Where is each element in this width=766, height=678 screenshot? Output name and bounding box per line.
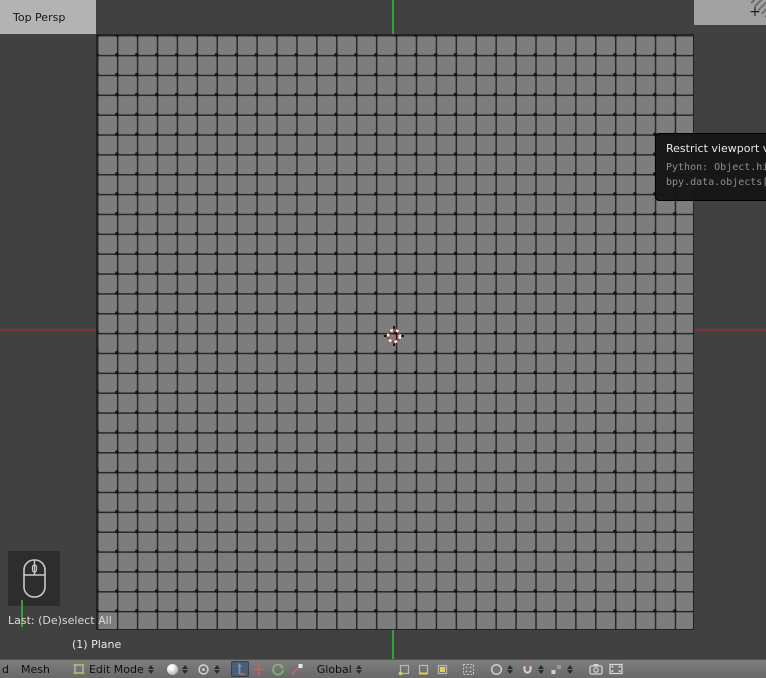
cursor-3d-icon <box>384 326 404 346</box>
manipulator-toggle-button[interactable] <box>230 661 249 677</box>
increment-icon <box>551 664 561 674</box>
axis-arrows-icon <box>237 662 246 675</box>
viewport-view-label-box: Top Persp <box>0 0 96 34</box>
shading-dropdown[interactable] <box>166 663 188 675</box>
orientation-dropdown-label: Global <box>316 662 352 676</box>
film-icon <box>609 663 623 675</box>
pivot-median-icon <box>198 663 209 675</box>
chevron-updown-icon <box>566 664 573 674</box>
chevron-updown-icon <box>355 664 362 674</box>
tooltip-title: Restrict viewport vis <box>666 142 766 155</box>
occlude-geometry-button[interactable] <box>460 661 478 677</box>
face-select-button[interactable] <box>434 661 452 677</box>
opengl-render-still-button[interactable] <box>587 661 605 677</box>
object-info-text: (1) Plane <box>72 638 122 651</box>
edge-select-button[interactable] <box>415 661 433 677</box>
mode-dropdown-label: Edit Mode <box>88 662 144 676</box>
camera-icon <box>589 664 603 675</box>
opengl-render-buttons <box>587 661 625 677</box>
manipulator-toggles <box>230 661 306 677</box>
last-operator-text: Last: (De)select All <box>8 614 112 627</box>
tooltip-python-line: Python: Object.hi <box>666 162 766 173</box>
viewport-corner-box: + <box>694 0 766 25</box>
menu-item-mesh[interactable]: Mesh <box>21 663 50 676</box>
sphere-icon <box>166 663 178 675</box>
orientation-dropdown[interactable]: Global <box>317 663 362 676</box>
scale-icon <box>291 663 303 675</box>
scale-manipulator-button[interactable] <box>288 661 306 677</box>
mouse-icon <box>23 559 46 598</box>
chevron-updown-icon <box>213 664 220 674</box>
mode-dropdown[interactable]: Edit Mode <box>72 662 154 676</box>
tooltip-python-line: bpy.data.objects[ <box>666 177 766 188</box>
editmode-cube-icon <box>73 663 85 675</box>
opengl-render-anim-button[interactable] <box>607 661 625 677</box>
proportional-editing-dropdown[interactable] <box>490 663 513 676</box>
pivot-dropdown[interactable] <box>197 663 220 676</box>
rotate-manipulator-button[interactable] <box>269 661 287 677</box>
edge-select-icon <box>419 664 429 674</box>
chevron-updown-icon <box>181 664 188 674</box>
add-region-button[interactable]: + <box>748 4 762 20</box>
view-label: Top Persp <box>13 10 66 24</box>
screencast-mouse-box <box>8 551 60 606</box>
blender-3d-viewport: Top Persp + Last: (De)select All (1) Pla… <box>0 0 766 678</box>
vertex-select-icon <box>399 664 410 675</box>
rotate-arc-icon <box>272 663 285 675</box>
cursor-3d[interactable] <box>384 326 404 350</box>
magnet-icon <box>523 663 532 673</box>
chevron-updown-icon <box>147 664 154 674</box>
tooltip: Restrict viewport vis Python: Object.hi … <box>655 133 766 201</box>
menu-item-partial[interactable]: d <box>2 663 9 676</box>
vertex-select-button[interactable] <box>396 661 414 677</box>
translate-arrows-icon <box>253 662 265 676</box>
viewport-header: d Mesh Edit Mode Global <box>0 659 766 678</box>
dotted-grid-icon <box>463 663 475 675</box>
snap-dropdown[interactable] <box>521 663 544 676</box>
snap-target-dropdown[interactable] <box>550 663 573 676</box>
translate-manipulator-button[interactable] <box>250 661 268 677</box>
select-mode-toggles <box>396 661 452 677</box>
face-select-icon <box>438 664 448 674</box>
chevron-updown-icon <box>537 664 544 674</box>
circle-icon <box>490 663 502 675</box>
chevron-updown-icon <box>506 664 513 674</box>
